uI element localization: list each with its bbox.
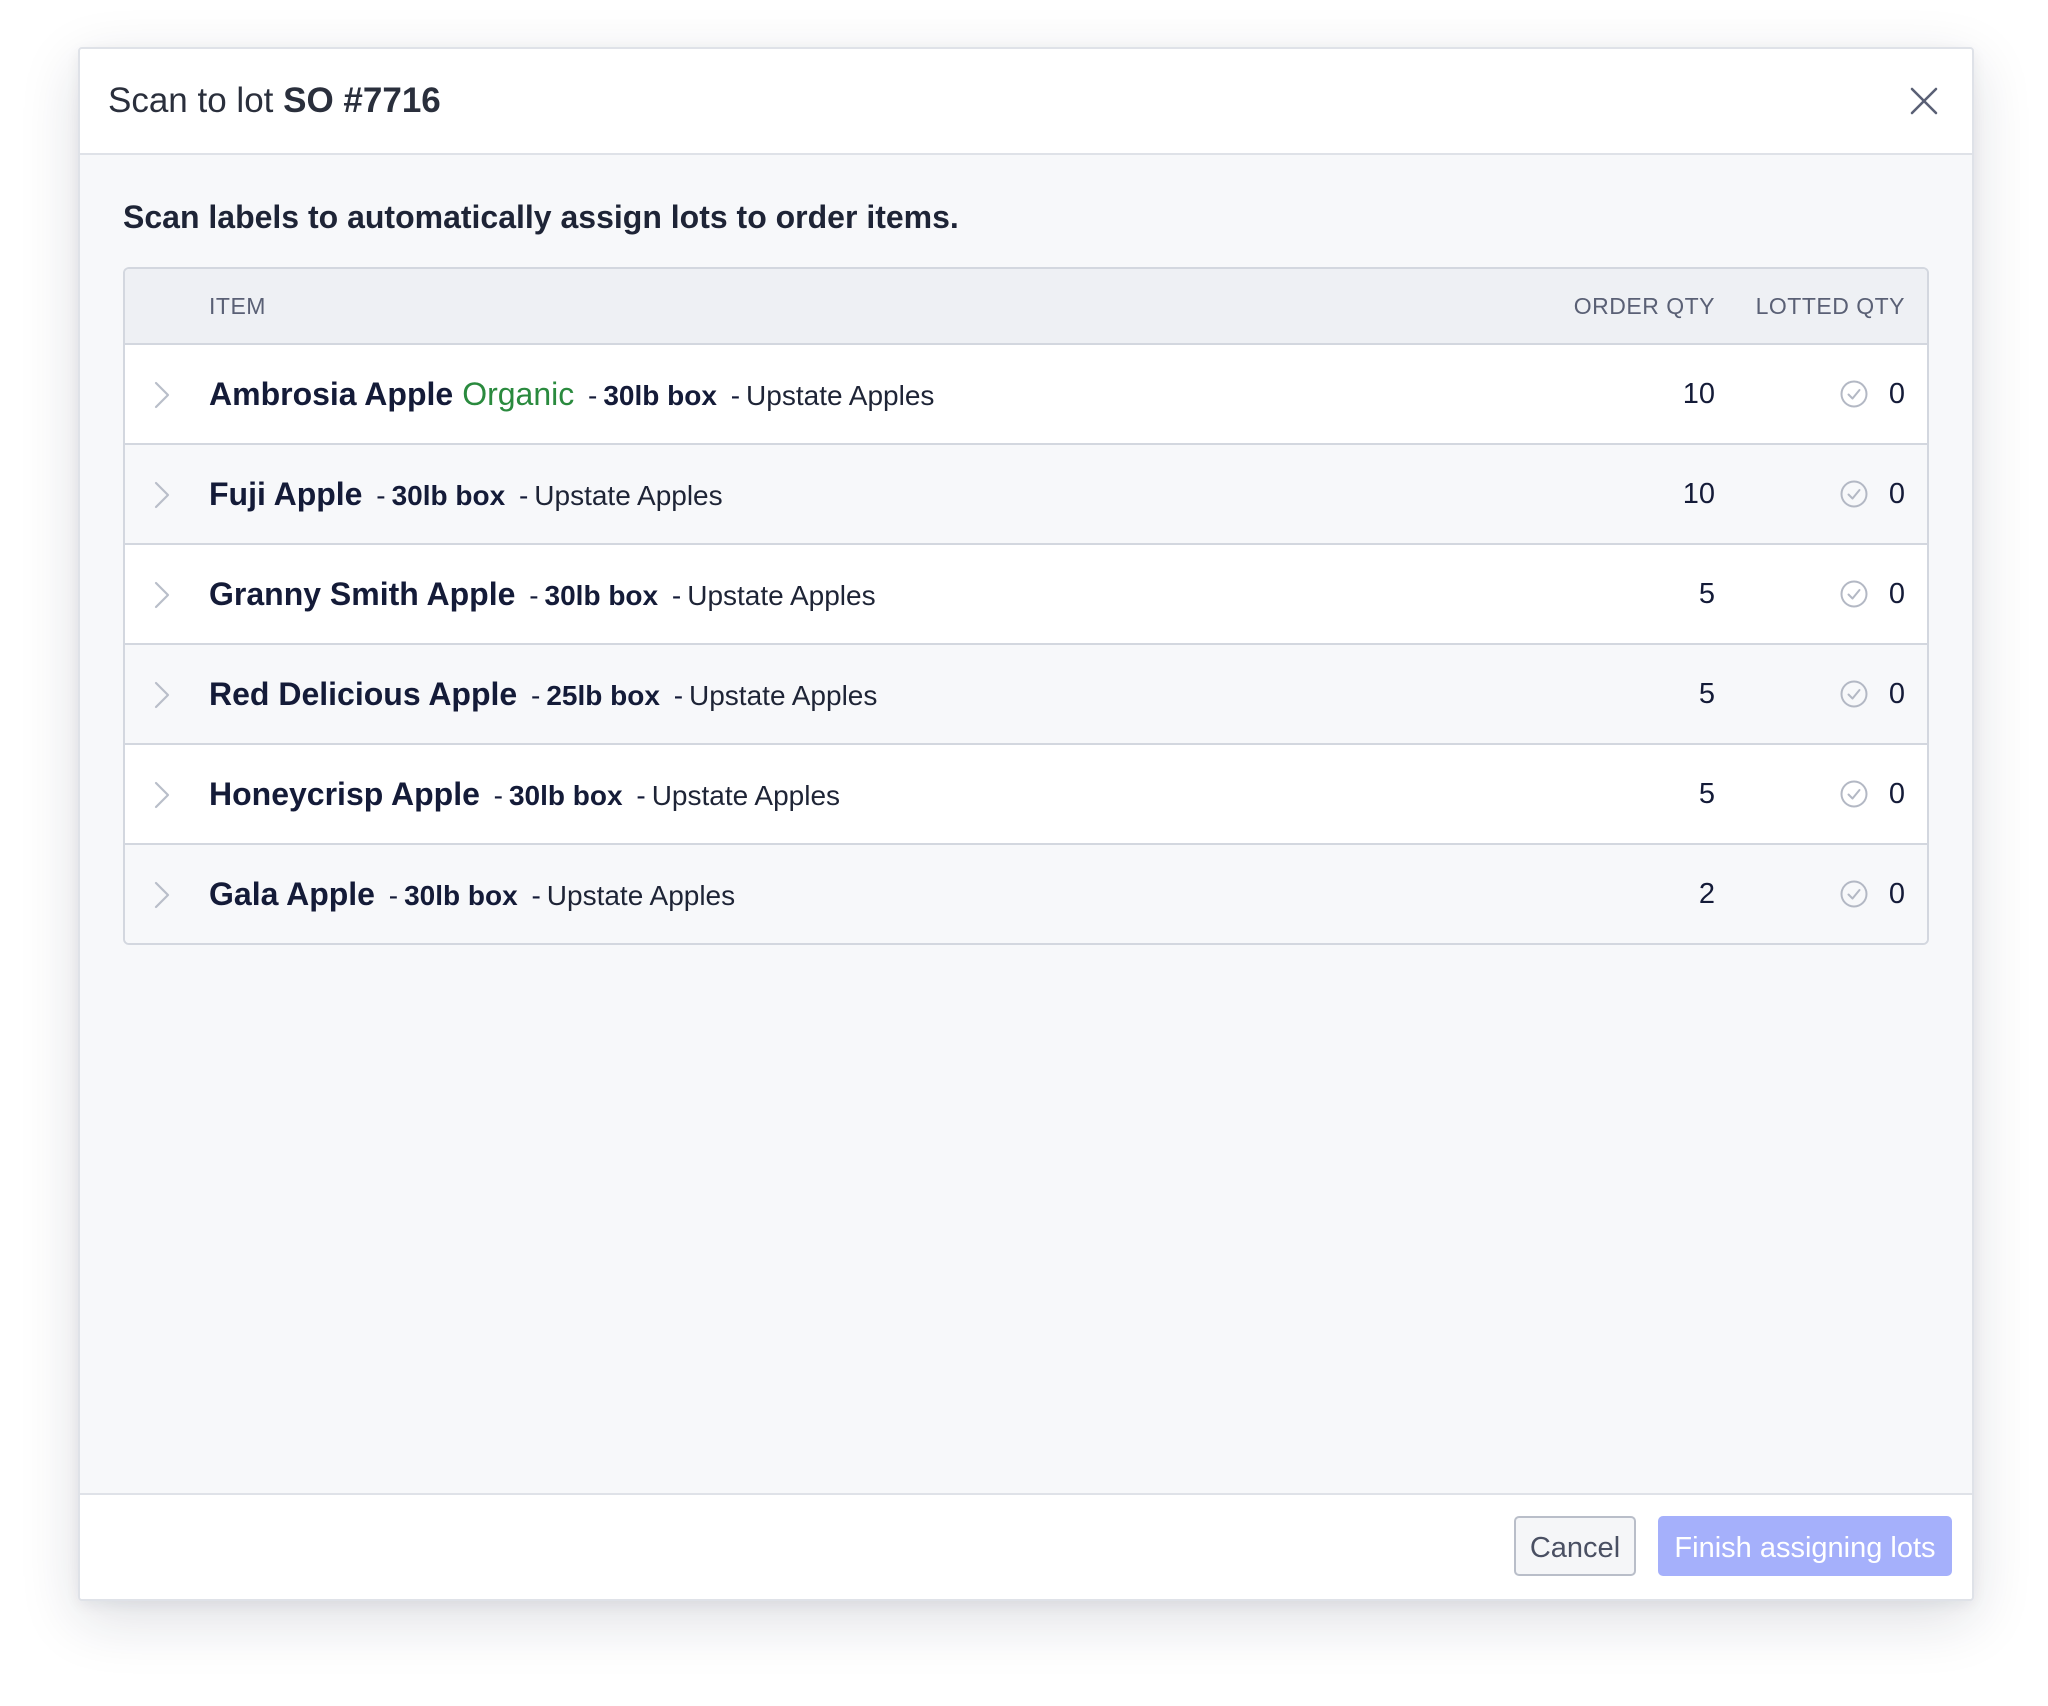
item-name: Fuji Apple: [209, 476, 363, 512]
item-vendor: Upstate Apples: [651, 780, 841, 811]
table-row[interactable]: Honeycrisp Apple -30lb box - Upstate Appl…: [125, 745, 1927, 845]
lotted-qty-value: 0: [1888, 777, 1905, 810]
item-pack-size: 30lb box: [508, 780, 623, 811]
item-pack-size: 30lb box: [544, 580, 659, 611]
check-circle-icon: [1839, 879, 1869, 909]
expand-row-button[interactable]: [145, 678, 179, 712]
item-description: Honeycrisp Apple -30lb box - Upstate Appl…: [209, 745, 840, 845]
item-name: Honeycrisp Apple: [209, 776, 480, 812]
table-body: Ambrosia Apple Organic -30lb box - Upstate…: [125, 345, 1927, 943]
item-pack-size: 30lb box: [391, 480, 506, 511]
item-organic-tag: Organic: [462, 376, 575, 412]
item-pack-size: 25lb box: [546, 680, 660, 711]
item-pack-size: 30lb box: [404, 880, 518, 911]
lotted-qty-cell: 0: [1839, 345, 1905, 443]
item-separator: -: [493, 780, 503, 811]
expand-row-button[interactable]: [145, 778, 179, 812]
item-name: Red Delicious Apple: [209, 676, 518, 712]
item-separator: -: [388, 880, 399, 911]
lotted-qty-value: 0: [1888, 577, 1905, 610]
order-qty-value: 5: [1698, 678, 1715, 710]
item-separator: -: [529, 580, 539, 611]
item-description: Ambrosia Apple Organic -30lb box - Upstate…: [209, 345, 934, 445]
lotted-qty-cell: 0: [1839, 845, 1905, 943]
item-name: Granny Smith Apple: [209, 576, 516, 612]
lotted-qty-value: 0: [1888, 377, 1905, 410]
check-circle-icon: [1839, 779, 1869, 809]
item-name: Gala Apple: [209, 876, 375, 912]
chevron-right-icon: [154, 581, 170, 609]
lotted-qty-cell: 0: [1839, 745, 1905, 843]
item-separator: -: [531, 880, 541, 911]
check-circle-icon: [1839, 579, 1869, 609]
item-separator: -: [518, 480, 529, 511]
cancel-button[interactable]: Cancel: [1514, 1516, 1636, 1576]
order-items-table: ITEM ORDER QTY LOTTED QTY Ambrosia Apple…: [123, 267, 1929, 945]
dialog-title: Scan to lot SO #7716: [108, 49, 441, 153]
table-row[interactable]: Fuji Apple -30lb box - Upstate Apples 10 …: [125, 445, 1927, 545]
chevron-right-icon: [154, 781, 170, 809]
item-description: Fuji Apple -30lb box - Upstate Apples: [209, 445, 723, 545]
chevron-right-icon: [154, 681, 170, 709]
item-description: Granny Smith Apple -30lb box - Upstate Ap…: [209, 545, 876, 645]
item-description: Gala Apple -30lb box - Upstate Apples: [209, 845, 736, 943]
item-separator: -: [636, 780, 646, 811]
item-name: Ambrosia Apple: [209, 376, 454, 412]
table-row[interactable]: Red Delicious Apple -25lb box - Upstate A…: [125, 645, 1927, 745]
lotted-qty-cell: 0: [1839, 645, 1905, 743]
dialog-footer: Cancel Finish assigning lots: [80, 1493, 1972, 1599]
item-separator: -: [588, 380, 598, 411]
chevron-right-icon: [154, 381, 170, 409]
item-separator: -: [730, 380, 741, 411]
check-circle-icon: [1839, 679, 1869, 709]
item-vendor: Upstate Apples: [687, 580, 876, 611]
item-vendor: Upstate Apples: [546, 880, 736, 911]
close-button[interactable]: [1904, 81, 1944, 121]
finish-assigning-lots-button[interactable]: Finish assigning lots: [1658, 1516, 1952, 1576]
dialog-title-prefix: Scan to lot: [108, 81, 274, 120]
dialog-header: Scan to lot SO #7716: [80, 49, 1972, 155]
item-vendor: Upstate Apples: [746, 380, 935, 411]
lotted-qty-cell: 0: [1839, 545, 1905, 643]
scan-to-lot-dialog: Scan to lot SO #7716 Scan labels to auto…: [78, 47, 1974, 1601]
column-header-item: ITEM: [209, 293, 266, 319]
item-vendor: Upstate Apples: [534, 480, 723, 511]
table-row[interactable]: Granny Smith Apple -30lb box - Upstate Ap…: [125, 545, 1927, 645]
dialog-title-order-number: SO #7716: [283, 81, 441, 120]
table-row[interactable]: Ambrosia Apple Organic -30lb box - Upstate…: [125, 345, 1927, 445]
table-header: ITEM ORDER QTY LOTTED QTY: [125, 269, 1927, 345]
order-qty-value: 5: [1698, 778, 1715, 810]
lotted-qty-value: 0: [1888, 877, 1905, 910]
item-separator: -: [376, 480, 386, 511]
check-circle-icon: [1839, 479, 1869, 509]
lotted-qty-value: 0: [1888, 677, 1905, 710]
instructions-text: Scan labels to automatically assign lots…: [123, 199, 959, 235]
table-row[interactable]: Gala Apple -30lb box - Upstate Apples 2 0: [125, 845, 1927, 943]
lotted-qty-value: 0: [1888, 477, 1905, 510]
close-icon: [1910, 87, 1938, 115]
item-separator: -: [530, 680, 541, 711]
item-separator: -: [671, 580, 682, 611]
expand-row-button[interactable]: [145, 578, 179, 612]
expand-row-button[interactable]: [145, 478, 179, 512]
lotted-qty-cell: 0: [1839, 445, 1905, 543]
chevron-right-icon: [154, 881, 170, 909]
check-circle-icon: [1839, 379, 1869, 409]
item-description: Red Delicious Apple -25lb box - Upstate A…: [209, 645, 877, 745]
item-pack-size: 30lb box: [603, 380, 717, 411]
order-qty-value: 2: [1698, 878, 1715, 910]
item-separator: -: [673, 680, 684, 711]
order-qty-value: 10: [1682, 378, 1715, 410]
expand-row-button[interactable]: [145, 878, 179, 912]
order-qty-value: 5: [1698, 578, 1715, 610]
order-qty-value: 10: [1682, 478, 1715, 510]
item-vendor: Upstate Apples: [689, 680, 878, 711]
chevron-right-icon: [154, 481, 170, 509]
column-header-lotted-qty: LOTTED QTY: [1755, 293, 1905, 319]
expand-row-button[interactable]: [145, 378, 179, 412]
column-header-order-qty: ORDER QTY: [1573, 293, 1715, 319]
